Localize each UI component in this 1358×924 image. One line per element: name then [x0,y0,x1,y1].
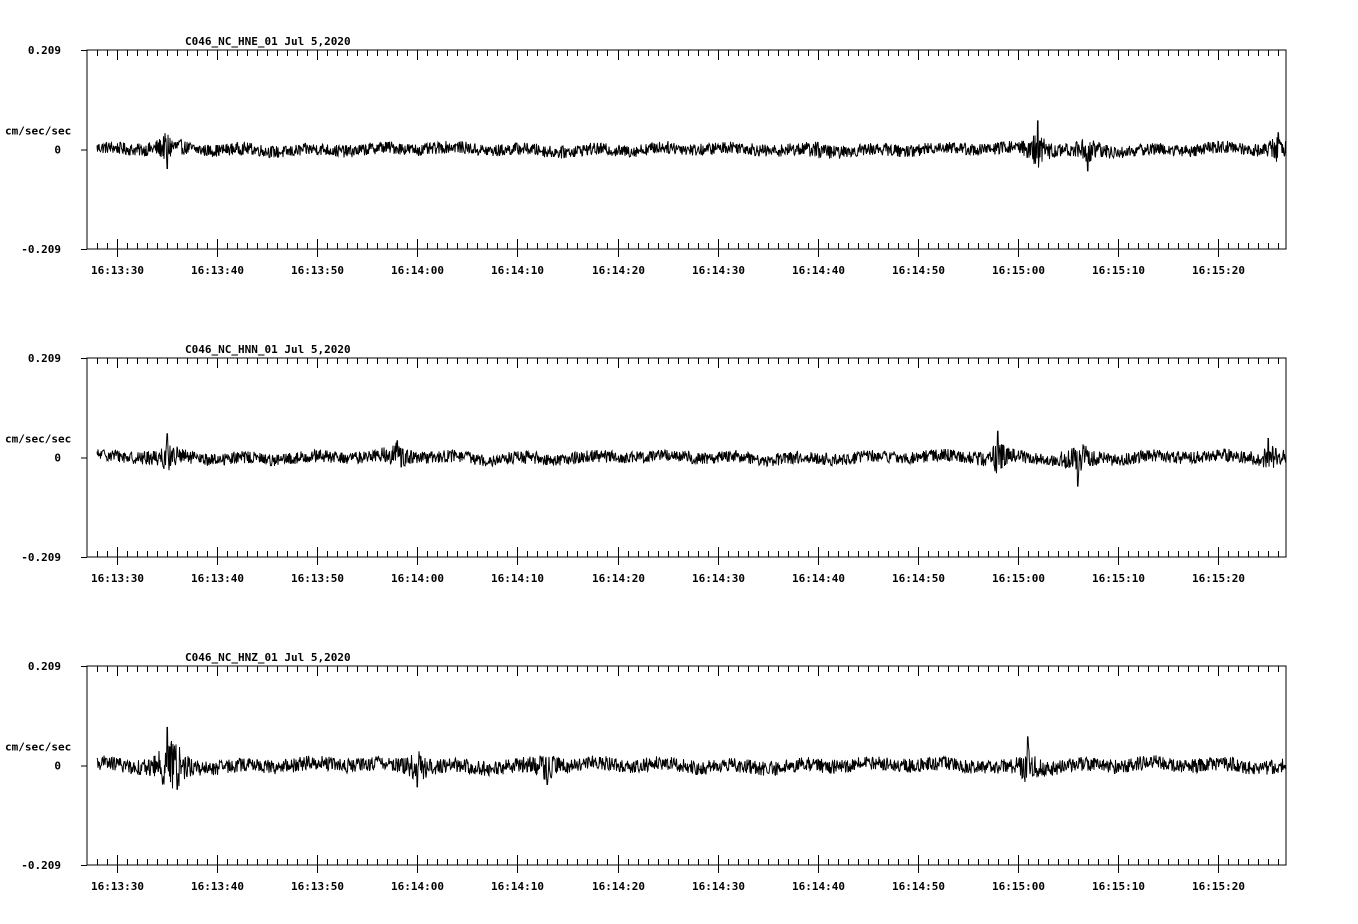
x-tick-label: 16:14:30 [692,572,745,585]
x-tick-label: 16:15:20 [1192,880,1245,893]
x-tick-label: 16:14:30 [692,880,745,893]
x-tick-label: 16:15:10 [1092,264,1145,277]
y-tick-label: 0 [54,760,61,773]
x-tick-label: 16:13:40 [191,264,244,277]
seismogram-charts: C046_NC_HNE_01 Jul 5,2020 0.209 0 -0.209 cm/… [5,35,1287,893]
waveform-trace [96,120,1287,172]
chart-title: C046_NC_HNZ_01 Jul 5,2020 [185,651,351,664]
x-tick-label: 16:15:00 [992,264,1045,277]
y-tick-label: 0.209 [28,44,61,57]
x-tick-label: 16:13:50 [291,880,344,893]
x-tick-label: 16:13:50 [291,572,344,585]
x-tick-label: 16:14:00 [391,880,444,893]
x-tick-label: 16:15:10 [1092,572,1145,585]
y-tick-label: 0 [54,452,61,465]
x-tick-label: 16:15:20 [1192,572,1245,585]
chart-title: C046_NC_HNE_01 Jul 5,2020 [185,35,351,48]
y-tick-label: -0.209 [21,551,61,564]
x-tick-label: 16:13:30 [91,572,144,585]
waveform-trace [96,726,1287,790]
x-tick-label: 16:14:10 [491,264,544,277]
waveform-trace [96,430,1287,487]
x-tick-label: 16:14:10 [491,880,544,893]
x-tick-label: 16:14:20 [592,264,645,277]
y-axis-label: cm/sec/sec [5,433,71,446]
y-tick-label: 0.209 [28,352,61,365]
x-tick-label: 16:15:20 [1192,264,1245,277]
x-tick-label: 16:14:50 [892,572,945,585]
x-tick-label: 16:14:00 [391,572,444,585]
y-tick-label: 0.209 [28,660,61,673]
y-tick-label: -0.209 [21,243,61,256]
x-tick-label: 16:14:00 [391,264,444,277]
x-tick-label: 16:14:10 [491,572,544,585]
chart-title: C046_NC_HNN_01 Jul 5,2020 [185,343,351,356]
x-tick-label: 16:15:00 [992,572,1045,585]
x-tick-label: 16:14:30 [692,264,745,277]
x-tick-label: 16:14:20 [592,880,645,893]
x-tick-label: 16:13:40 [191,880,244,893]
x-tick-label: 16:14:40 [792,264,845,277]
x-tick-label: 16:15:00 [992,880,1045,893]
x-tick-label: 16:13:30 [91,264,144,277]
x-tick-label: 16:13:50 [291,264,344,277]
x-tick-label: 16:13:30 [91,880,144,893]
x-tick-label: 16:14:40 [792,880,845,893]
x-tick-label: 16:14:50 [892,880,945,893]
y-tick-label: 0 [54,144,61,157]
x-tick-label: 16:14:50 [892,264,945,277]
x-tick-label: 16:14:20 [592,572,645,585]
y-axis-label: cm/sec/sec [5,741,71,754]
x-tick-label: 16:13:40 [191,572,244,585]
x-tick-label: 16:14:40 [792,572,845,585]
x-tick-label: 16:15:10 [1092,880,1145,893]
seismogram-page: C046_NC_HNE_01 Jul 5,2020 0.209 0 -0.209 cm/… [0,0,1358,924]
y-axis-label: cm/sec/sec [5,125,71,138]
y-tick-label: -0.209 [21,859,61,872]
